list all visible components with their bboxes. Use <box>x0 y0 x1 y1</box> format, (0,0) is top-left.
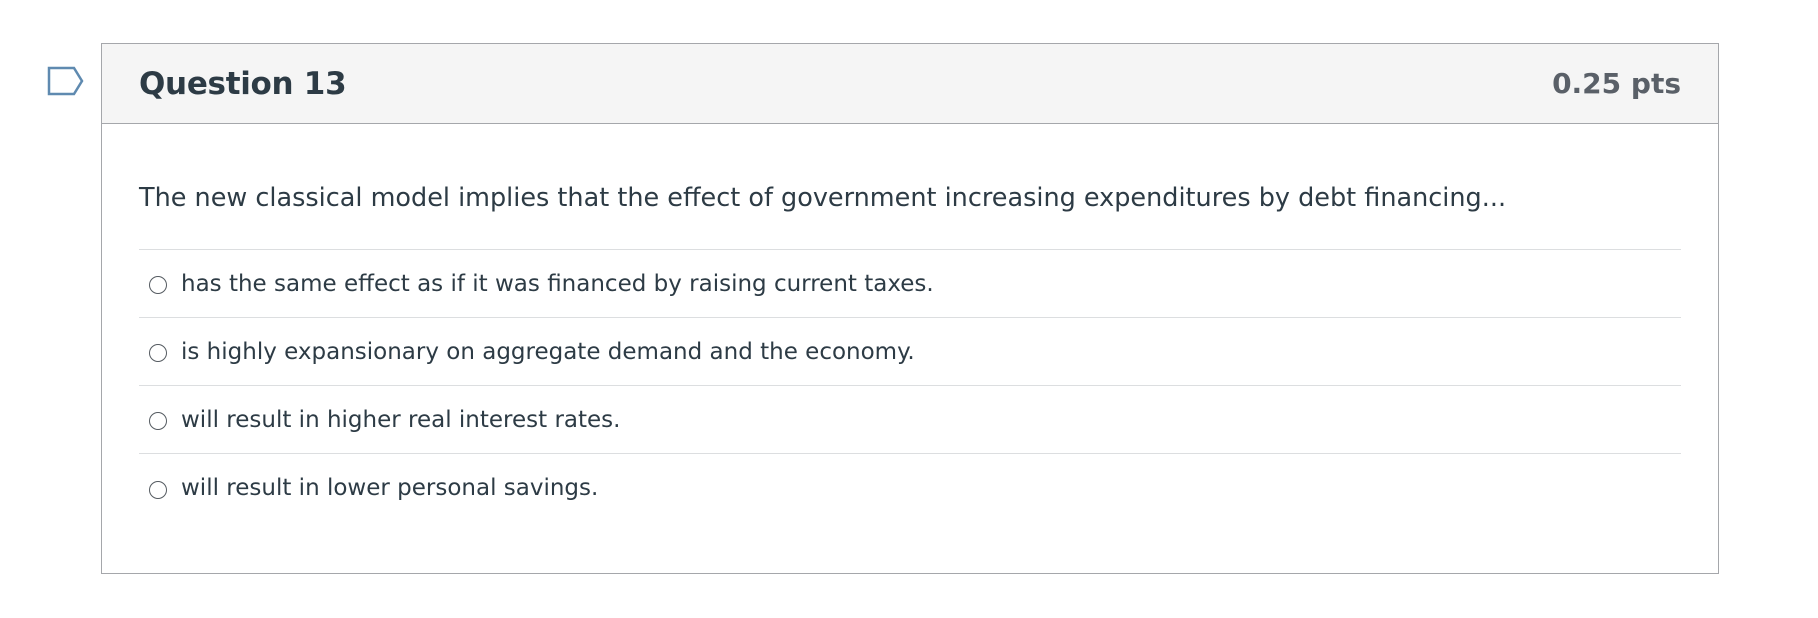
question-text: The new classical model implies that the… <box>139 183 1507 213</box>
answer-label[interactable]: has the same effect as if it was finance… <box>181 271 934 297</box>
answer-label[interactable]: is highly expansionary on aggregate dema… <box>181 339 915 365</box>
answer-option[interactable]: will result in lower personal savings. <box>139 454 1681 522</box>
answer-label[interactable]: will result in lower personal savings. <box>181 475 598 501</box>
question-header: Question 13 0.25 pts <box>102 44 1718 124</box>
answer-option[interactable]: will result in higher real interest rate… <box>139 386 1681 455</box>
question-card: Question 13 0.25 pts The new classical m… <box>101 43 1719 574</box>
answer-option[interactable]: is highly expansionary on aggregate dema… <box>139 318 1681 387</box>
flag-question-icon[interactable] <box>47 66 85 96</box>
radio-button[interactable] <box>149 480 167 499</box>
radio-button[interactable] <box>149 276 167 295</box>
radio-button[interactable] <box>149 344 167 363</box>
question-title: Question 13 <box>139 65 347 102</box>
answer-list: has the same effect as if it was finance… <box>139 249 1681 522</box>
quiz-page: Question 13 0.25 pts The new classical m… <box>0 0 1818 618</box>
question-body: The new classical model implies that the… <box>102 124 1718 522</box>
answer-label[interactable]: will result in higher real interest rate… <box>181 407 620 433</box>
radio-button[interactable] <box>149 412 167 431</box>
question-points: 0.25 pts <box>1552 67 1681 100</box>
answer-option[interactable]: has the same effect as if it was finance… <box>139 250 1681 319</box>
